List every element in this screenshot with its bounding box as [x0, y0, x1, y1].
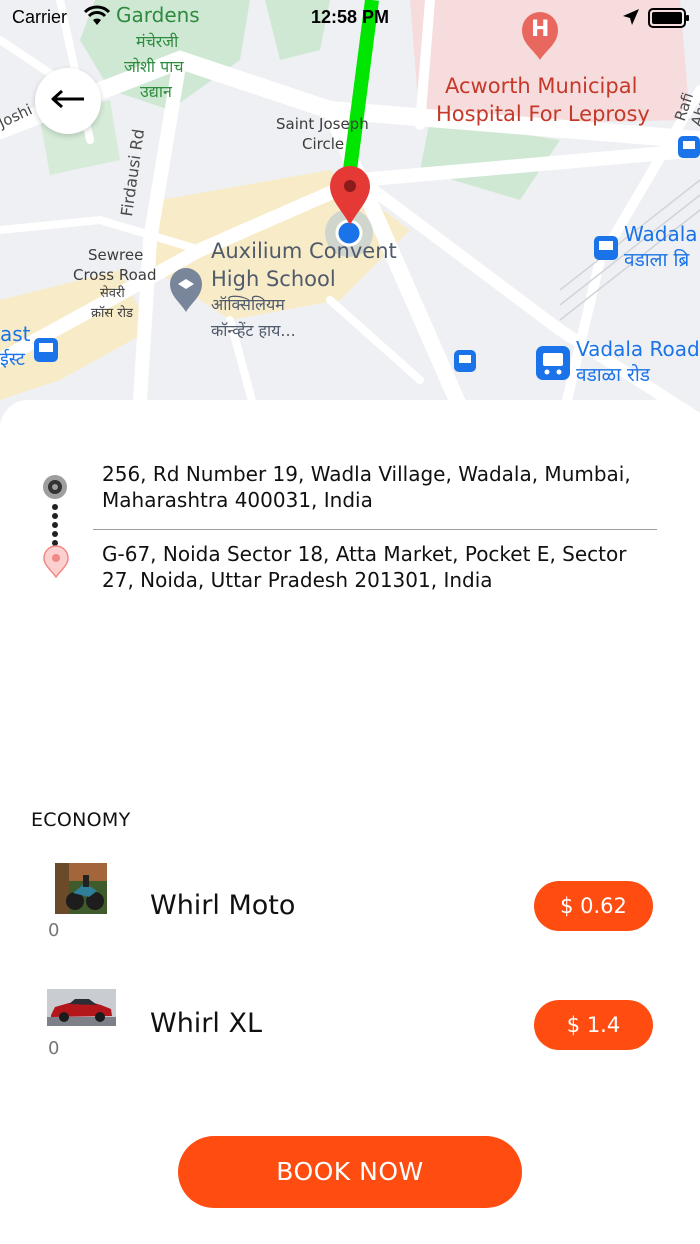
map-label-school-3: ऑक्सिलियम: [211, 295, 285, 314]
map-label-saint-joseph-1: Saint Joseph: [276, 115, 369, 133]
price-button[interactable]: $ 1.4: [534, 1000, 653, 1050]
ride-name: Whirl Moto: [150, 890, 296, 921]
book-now-button[interactable]: BOOK NOW: [178, 1136, 522, 1208]
status-bar: Carrier 12:58 PM: [0, 0, 700, 36]
ride-option-moto[interactable]: 0 Whirl Moto $ 0.62: [0, 862, 700, 952]
map-view[interactable]: H Gardens मंचेरजी जोशी पाच उद्यान Joshi …: [0, 0, 700, 430]
arrow-left-icon: [51, 89, 85, 114]
map-label-east-2: ईस्ट: [0, 349, 25, 370]
map-label-hospital-1: Acworth Municipal: [445, 74, 638, 98]
address-divider: [93, 529, 657, 530]
map-label-sewree-3: सेवरी: [100, 286, 125, 301]
motorbike-photo: [55, 863, 107, 914]
map-label-school-1: Auxilium Convent: [211, 239, 397, 263]
ride-name: Whirl XL: [150, 1008, 263, 1039]
map-label-school-2: High School: [211, 267, 336, 291]
map-label-wadala-2: वडाला ब्रि: [624, 249, 690, 271]
route-indicator: [40, 474, 72, 584]
map-label-hospital-2: Hospital For Leprosy: [436, 102, 650, 126]
school-marker-icon: [170, 268, 202, 312]
red-car-photo: [47, 989, 116, 1026]
ride-count: 0: [48, 920, 60, 941]
map-label-sewree-4: क्रॉस रोड: [91, 306, 133, 321]
train-station-icon: [536, 346, 570, 380]
map-label-vadala-1: Vadala Road: [576, 337, 700, 361]
map-label-east-1: ast: [0, 322, 31, 346]
map-label-school-4: कॉन्व्हेंट हाय...: [211, 321, 296, 340]
ride-count: 0: [48, 1038, 60, 1059]
ride-option-xl[interactable]: 0 Whirl XL $ 1.4: [0, 980, 700, 1070]
status-time: 12:58 PM: [310, 7, 390, 27]
map-label-gardens-marathi-3: उद्यान: [140, 82, 172, 101]
price-button[interactable]: $ 0.62: [534, 881, 653, 931]
map-label-sewree-2: Cross Road: [73, 266, 157, 284]
map-label-vadala-2: वडाळा रोड: [576, 364, 650, 386]
ride-category-title: ECONOMY: [31, 809, 131, 831]
back-button[interactable]: [35, 68, 101, 134]
route-dots: [52, 504, 58, 546]
pickup-address[interactable]: 256, Rd Number 19, Wadla Village, Wadala…: [102, 461, 662, 513]
map-label-saint-joseph-2: Circle: [302, 135, 345, 153]
drop-pin-icon: [43, 545, 69, 579]
pickup-dot-icon: [43, 475, 67, 499]
drop-address[interactable]: G-67, Noida Sector 18, Atta Market, Pock…: [102, 541, 662, 593]
map-label-wadala-1: Wadala: [624, 222, 698, 246]
location-arrow-icon: [622, 8, 640, 31]
map-label-sewree-1: Sewree: [88, 246, 144, 264]
battery-icon: [648, 8, 690, 33]
map-label-gardens-marathi-2: जोशी पाच: [124, 57, 184, 76]
